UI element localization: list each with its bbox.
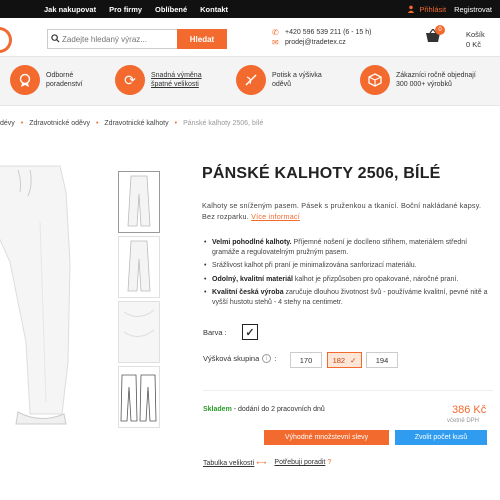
feature-orders-line2: 300 000+ výrobků	[396, 81, 452, 88]
check-icon: ✓	[350, 355, 357, 365]
vat-note: včetně DPH	[447, 418, 480, 424]
register-link[interactable]: Registrovat	[454, 5, 492, 14]
nav-how-to-buy[interactable]: Jak nakupovat	[44, 5, 96, 14]
list-item: Odolný, kvalitní materiál kalhot je přiz…	[202, 275, 494, 285]
login-link[interactable]: Přihlásit	[407, 5, 446, 14]
more-info-link[interactable]: Více informací	[251, 212, 300, 221]
color-swatch-white[interactable]: ✓	[242, 324, 258, 340]
login-label: Přihlásit	[419, 4, 447, 14]
nav-contact[interactable]: Kontakt	[200, 5, 228, 14]
features-strip: Odborné poradenství ⟳ Snadná výměna špatné…	[0, 56, 500, 106]
divider	[203, 390, 493, 391]
product-main-image[interactable]	[0, 162, 112, 430]
breadcrumb-item[interactable]: Zdravotnické oděvy	[29, 120, 90, 127]
feature-exchange-line2: špatné velikosti	[151, 81, 199, 88]
breadcrumb-item[interactable]: Zdravotnické kalhoty	[104, 120, 168, 127]
nav-favorites[interactable]: Oblíbené	[155, 5, 187, 14]
stock-info: Skladem - dodání do 2 pracovních dnů	[203, 406, 325, 413]
logo[interactable]	[0, 27, 12, 53]
feature-print: Potisk a výšivka oděvů	[236, 65, 322, 95]
bulk-discount-button[interactable]: Výhodné množstevní slevy	[264, 430, 389, 445]
help-icon: ?	[327, 459, 332, 466]
list-item: Srážlivost kalhot při praní je minimaliz…	[202, 261, 494, 271]
search-button[interactable]: Hledat	[177, 29, 227, 49]
cart-summary[interactable]: Košík 0 Kč	[466, 30, 485, 50]
phone-icon: ✆	[272, 28, 279, 37]
email-address[interactable]: prodej@tradetex.cz	[285, 38, 346, 48]
feature-exchange[interactable]: ⟳ Snadná výměna špatné velikosti	[115, 65, 202, 95]
stock-status: Skladem	[203, 406, 232, 413]
thumbnail-drawing[interactable]	[118, 366, 160, 428]
top-bar: Jak nakupovat Pro firmy Oblíbené Kontakt…	[0, 0, 500, 18]
needle-icon	[236, 65, 266, 95]
phone-number[interactable]: +420 596 539 211 (6 - 15 h)	[285, 28, 371, 38]
info-icon[interactable]: i	[262, 354, 272, 363]
feature-exchange-line1: Snadná výměna	[151, 72, 202, 79]
feature-orders-line1: Zákazníci ročně objednají	[396, 72, 476, 79]
color-label: Barva :	[203, 328, 227, 337]
top-nav: Jak nakupovat Pro firmy Oblíbené Kontakt	[44, 0, 228, 18]
size-option-194[interactable]: 194	[366, 352, 398, 368]
feature-advice: Odborné poradenství	[10, 65, 83, 95]
product-description: Kalhoty se sníženým pasem. Pásek s pruže…	[202, 200, 492, 222]
feature-print-line1: Potisk a výšivka	[272, 72, 322, 79]
feature-orders: Zákazníci ročně objednají 300 000+ výrobk…	[360, 65, 476, 95]
exchange-icon: ⟳	[115, 65, 145, 95]
cart-count-badge: 0	[435, 25, 445, 35]
breadcrumb: dévy • Zdravotnické oděvy • Zdravotnické kal…	[0, 120, 264, 127]
search-input[interactable]	[62, 34, 177, 44]
feature-advice-line1: Odborné	[46, 72, 74, 79]
feature-advice-line2: poradenství	[46, 81, 83, 88]
ruler-icon: ⟷	[256, 460, 267, 467]
feature-print-line2: oděvů	[272, 81, 292, 88]
delivery-note: - dodání do 2 pracovních dnů	[231, 406, 325, 413]
breadcrumb-current: Pánské kalhoty 2506, bílé	[183, 120, 264, 127]
search-icon	[48, 33, 62, 45]
size-table-link[interactable]: Tabulka velikostí ⟷	[203, 459, 266, 467]
breadcrumb-item[interactable]: dévy	[0, 120, 15, 127]
cart-total: 0 Kč	[466, 40, 482, 49]
list-item: Kvalitní česká výroba zaručuje dlouhou ž…	[202, 288, 494, 307]
thumbnail-detail[interactable]	[118, 301, 160, 363]
thumbnail-back[interactable]	[118, 236, 160, 298]
advice-icon	[10, 65, 40, 95]
size-option-170[interactable]: 170	[290, 352, 322, 368]
thumbnail-list	[118, 171, 162, 431]
feature-list: Velmi pohodlné kalhoty. Příjemné nošení …	[202, 238, 494, 312]
nav-for-companies[interactable]: Pro firmy	[109, 5, 142, 14]
box-icon	[360, 65, 390, 95]
price: 386 Kč	[452, 404, 487, 416]
need-advice-link[interactable]: Potřebuji poradit?	[274, 459, 331, 467]
email-icon: ✉	[272, 38, 279, 47]
search-box: Hledat	[47, 29, 227, 49]
contact-info: ✆ +420 596 539 211 (6 - 15 h) ✉ prodej@tra…	[272, 28, 371, 48]
size-option-182[interactable]: 182 ✓	[327, 352, 362, 368]
check-icon: ✓	[245, 326, 255, 339]
cart-label: Košík	[466, 30, 485, 39]
user-icon	[408, 5, 415, 13]
help-links: Tabulka velikostí ⟷ Potřebuji poradit?	[203, 459, 331, 467]
cart-button[interactable]: 0	[425, 25, 445, 45]
choose-quantity-button[interactable]: Zvolit počet kusů	[395, 430, 487, 445]
list-item: Velmi pohodlné kalhoty. Příjemné nošení …	[202, 238, 494, 257]
size-group-label: Výšková skupina i :	[203, 354, 277, 363]
description-text: Kalhoty se sníženým pasem. Pásek s pruže…	[202, 201, 482, 221]
page-title: PÁNSKÉ KALHOTY 2506, BÍLÉ	[202, 165, 441, 182]
thumbnail-front[interactable]	[118, 171, 160, 233]
